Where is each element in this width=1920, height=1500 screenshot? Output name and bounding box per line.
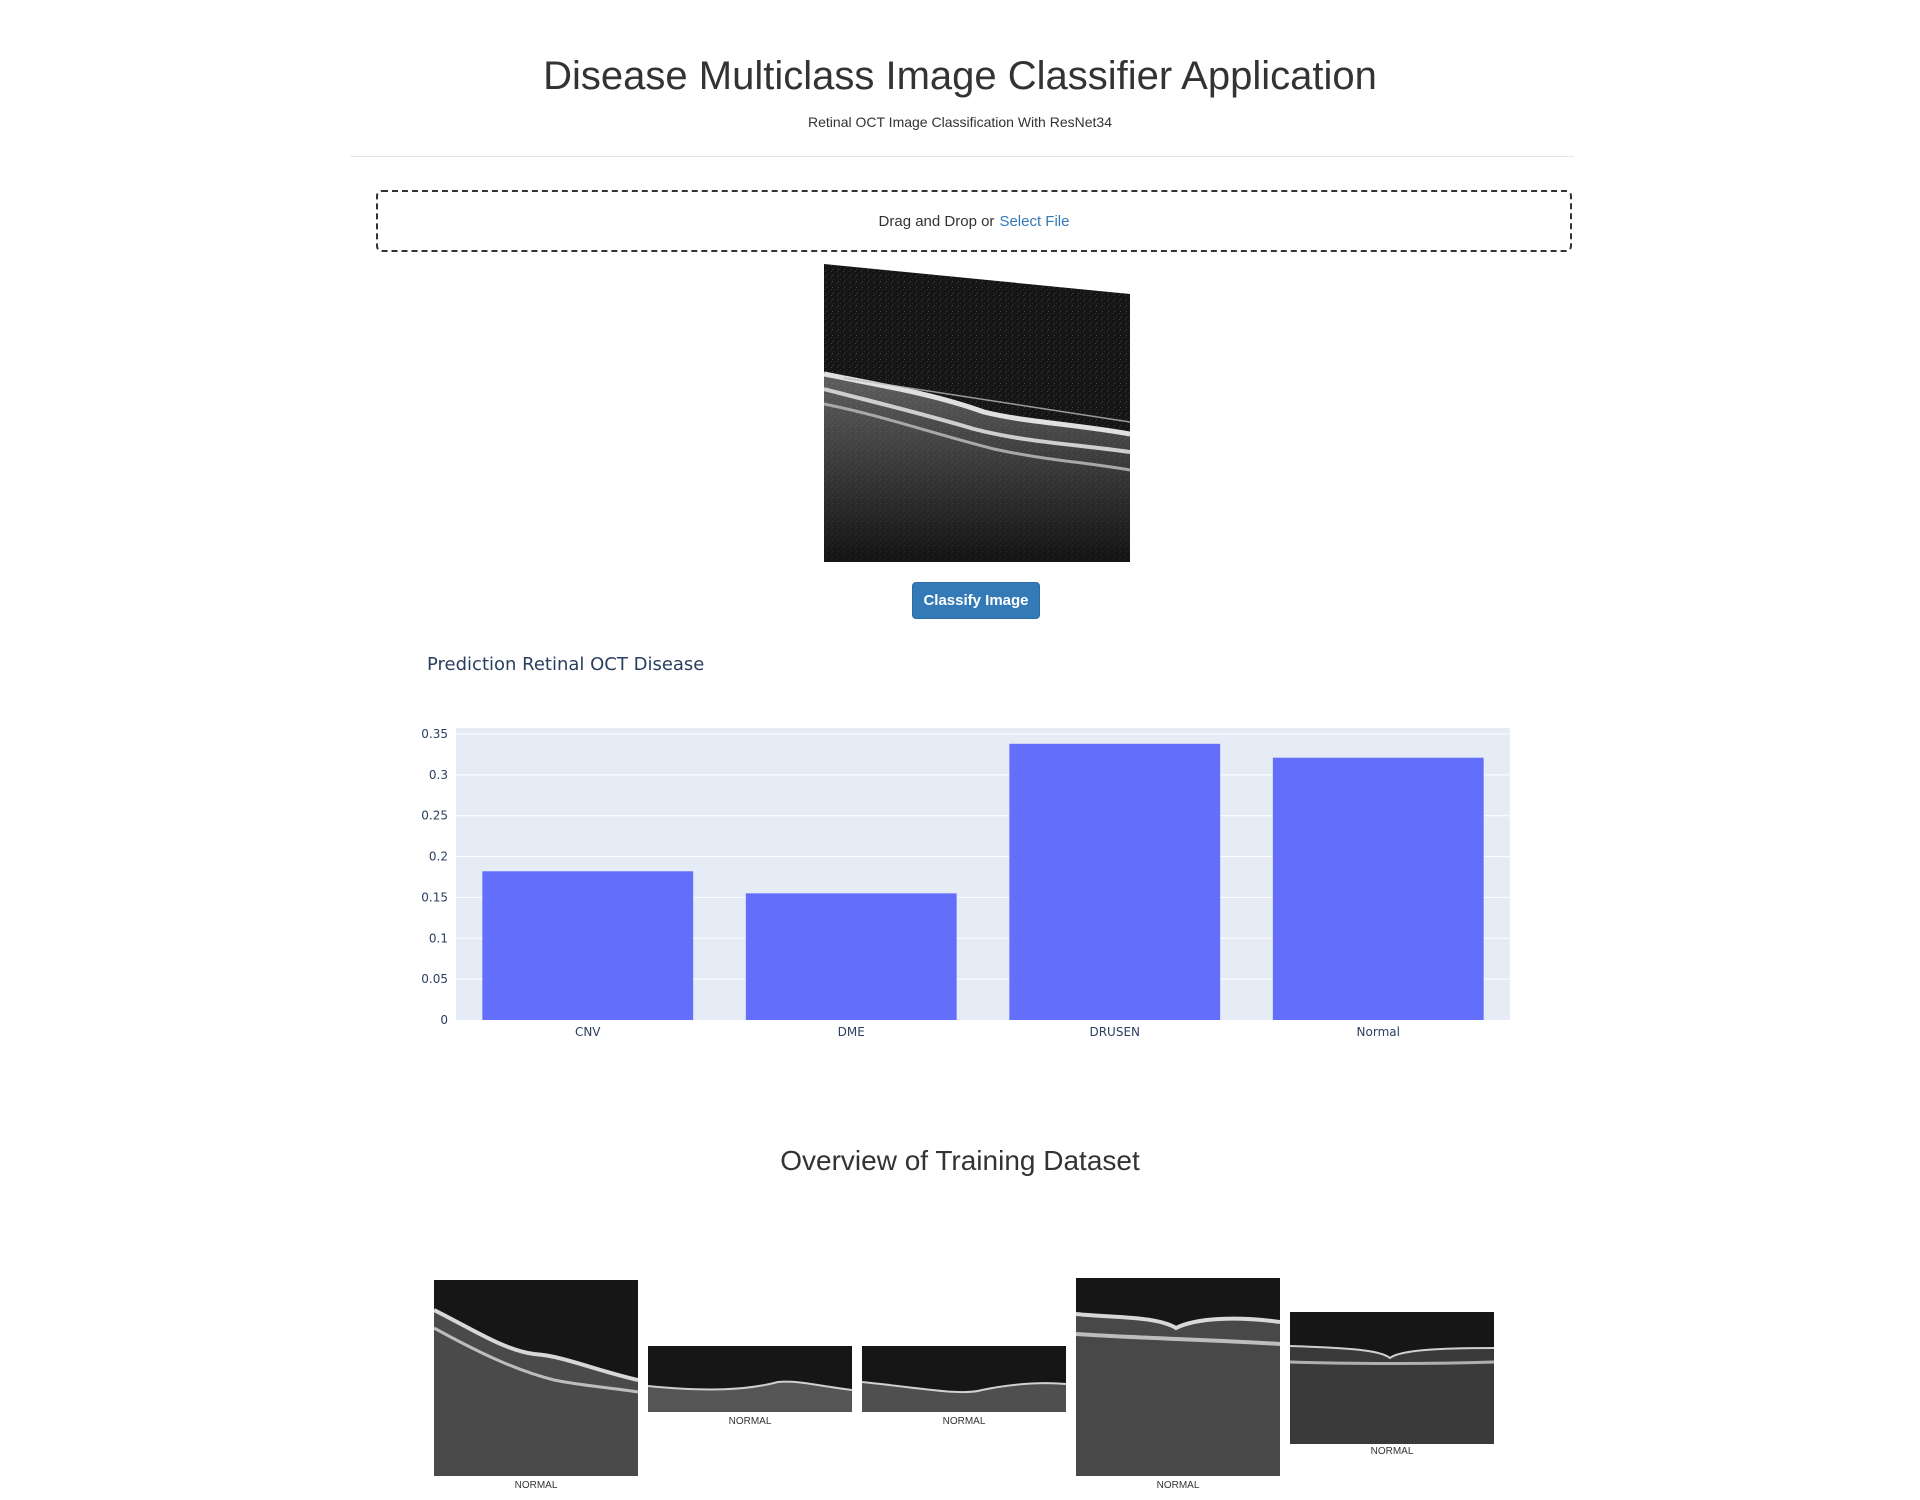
y-tick-label: 0.1 (429, 931, 448, 945)
bar-cnv[interactable] (482, 871, 694, 1020)
uploaded-oct-image (824, 264, 1130, 562)
training-thumbnail-3 (862, 1346, 1066, 1412)
file-upload-dropzone[interactable]: Drag and Drop or Select File (376, 190, 1572, 252)
x-tick-label: CNV (575, 1025, 601, 1039)
y-tick-label: 0.3 (429, 768, 448, 782)
training-thumbnail-2 (648, 1346, 852, 1412)
training-thumbnail-5 (1290, 1312, 1494, 1444)
y-tick-label: 0.05 (421, 972, 448, 986)
training-thumbnail-4 (1076, 1278, 1280, 1476)
upload-prompt: Drag and Drop or (878, 212, 995, 230)
header-divider (350, 156, 1574, 157)
x-tick-label: DRUSEN (1089, 1025, 1140, 1039)
page-title: Disease Multiclass Image Classifier Appl… (543, 54, 1377, 98)
y-tick-label: 0.25 (421, 809, 448, 823)
bar-dme[interactable] (745, 893, 957, 1020)
training-label-4: NORMAL (1156, 1480, 1200, 1491)
page-subtitle: Retinal OCT Image Classification With Re… (808, 114, 1112, 130)
training-label-1: NORMAL (514, 1480, 558, 1491)
training-label-2: NORMAL (728, 1416, 772, 1427)
prediction-chart-title: Prediction Retinal OCT Disease (427, 654, 705, 675)
classify-image-button[interactable]: Classify Image (912, 582, 1040, 619)
y-tick-label: 0 (440, 1013, 448, 1027)
training-thumbnail-1 (434, 1280, 638, 1476)
x-tick-label: Normal (1357, 1025, 1400, 1039)
prediction-bar-chart: 0 0.05 0.1 0.15 0.2 0.25 0.3 0.35 CNV DME DRUSEN N… (421, 727, 1510, 1039)
y-tick-label: 0.35 (421, 727, 448, 741)
y-tick-label: 0.2 (429, 850, 448, 864)
training-label-3: NORMAL (942, 1416, 986, 1427)
training-label-5: NORMAL (1370, 1446, 1414, 1457)
x-tick-label: DME (838, 1025, 865, 1039)
training-section-title: Overview of Training Dataset (780, 1145, 1140, 1176)
select-file-link[interactable]: Select File (999, 213, 1069, 230)
bar-drusen[interactable] (1009, 743, 1221, 1020)
y-tick-label: 0.15 (421, 890, 448, 904)
bar-normal[interactable] (1272, 757, 1484, 1020)
